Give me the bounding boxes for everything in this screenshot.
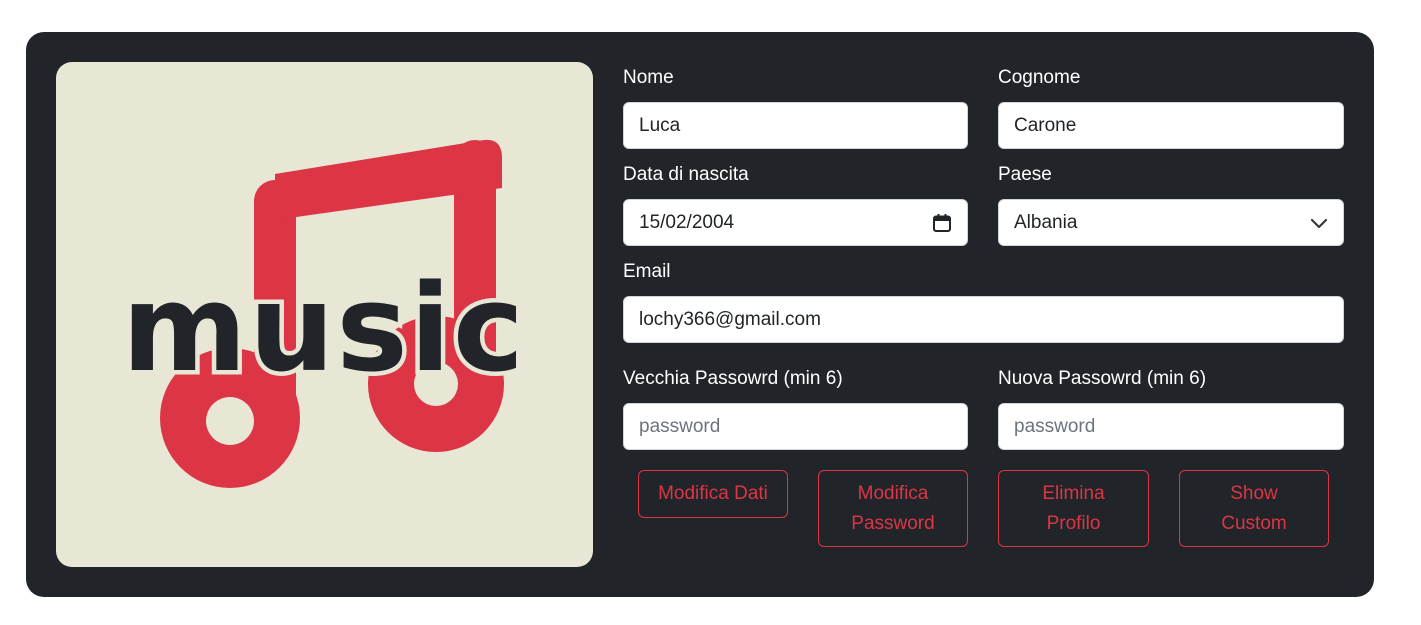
- show-custom-button[interactable]: Show Custom: [1179, 470, 1329, 547]
- data-nascita-field[interactable]: 15/02/2004: [623, 199, 968, 246]
- cognome-input[interactable]: [1014, 114, 1328, 137]
- modifica-password-button[interactable]: Modifica Password: [818, 470, 968, 547]
- chevron-down-icon: [1310, 218, 1328, 228]
- calendar-icon[interactable]: [932, 213, 952, 233]
- paese-value: Albania: [1014, 211, 1078, 233]
- elimina-profilo-button[interactable]: Elimina Profilo: [998, 470, 1149, 547]
- show-custom-label-line2: Custom: [1221, 512, 1287, 534]
- vecchia-password-input[interactable]: [639, 415, 952, 438]
- email-field[interactable]: [623, 296, 1344, 343]
- nuova-password-label: Nuova Passowrd (min 6): [998, 368, 1207, 389]
- nome-field[interactable]: [623, 102, 968, 149]
- data-nascita-value: 15/02/2004: [639, 211, 735, 233]
- modifica-dati-button[interactable]: Modifica Dati: [638, 470, 788, 518]
- profile-card: music Nome Cognome Data di nascita 15/02…: [26, 32, 1374, 597]
- nome-input[interactable]: [639, 114, 952, 137]
- elimina-profilo-label-line1: Elimina: [1042, 482, 1105, 504]
- modifica-password-label-line2: Password: [851, 512, 935, 534]
- cognome-field[interactable]: [998, 102, 1344, 149]
- paese-label: Paese: [998, 164, 1052, 185]
- modifica-dati-label: Modifica Dati: [658, 483, 768, 504]
- email-input[interactable]: [639, 308, 1328, 331]
- cognome-label: Cognome: [998, 67, 1081, 88]
- nuova-password-input[interactable]: [1014, 415, 1328, 438]
- nuova-password-field[interactable]: [998, 403, 1344, 450]
- nome-label: Nome: [623, 67, 674, 88]
- modifica-password-label-line1: Modifica: [857, 482, 929, 504]
- vecchia-password-label: Vecchia Passowrd (min 6): [623, 368, 843, 389]
- email-label: Email: [623, 261, 671, 282]
- paese-select[interactable]: Albania: [998, 199, 1344, 246]
- show-custom-label-line1: Show: [1230, 482, 1278, 504]
- data-nascita-label: Data di nascita: [623, 164, 749, 185]
- vecchia-password-field[interactable]: [623, 403, 968, 450]
- music-logo: music: [56, 62, 593, 567]
- elimina-profilo-label-line2: Profilo: [1046, 512, 1101, 534]
- logo-wordmark: music: [122, 260, 526, 399]
